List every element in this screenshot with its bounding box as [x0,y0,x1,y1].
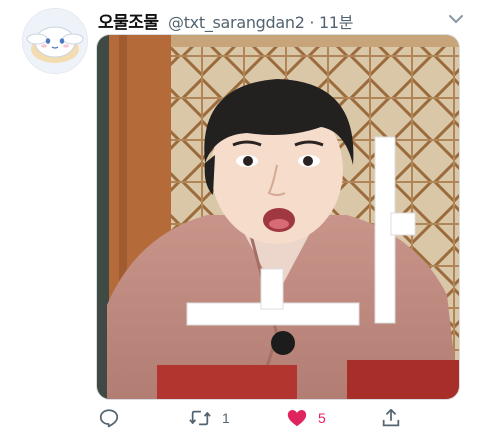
like-count: 5 [318,410,326,426]
share-button[interactable] [380,406,412,430]
reply-button[interactable] [98,406,130,430]
display-name[interactable]: 오물조물 [98,8,159,33]
like-button[interactable]: 5 [286,406,326,430]
photo-person-in-hanbok [97,35,459,399]
share-icon [382,408,400,427]
retweet-button[interactable]: 1 [188,406,230,430]
heart-icon [287,410,307,427]
retweet-icon [189,410,211,426]
reply-icon [99,409,119,428]
tweet-action-bar: 1 5 [96,404,458,434]
avatar[interactable] [22,8,88,74]
handle-and-timestamp[interactable]: @txt_sarangdan2 · 11분 [168,9,353,33]
tweet-media-image[interactable] [96,34,460,400]
retweet-count: 1 [222,410,230,426]
cinnamoroll-avatar-illustration [23,9,87,73]
tweet-header: 오물조물 @txt_sarangdan2 · 11분 [98,8,468,33]
chevron-down-icon[interactable] [444,12,468,26]
